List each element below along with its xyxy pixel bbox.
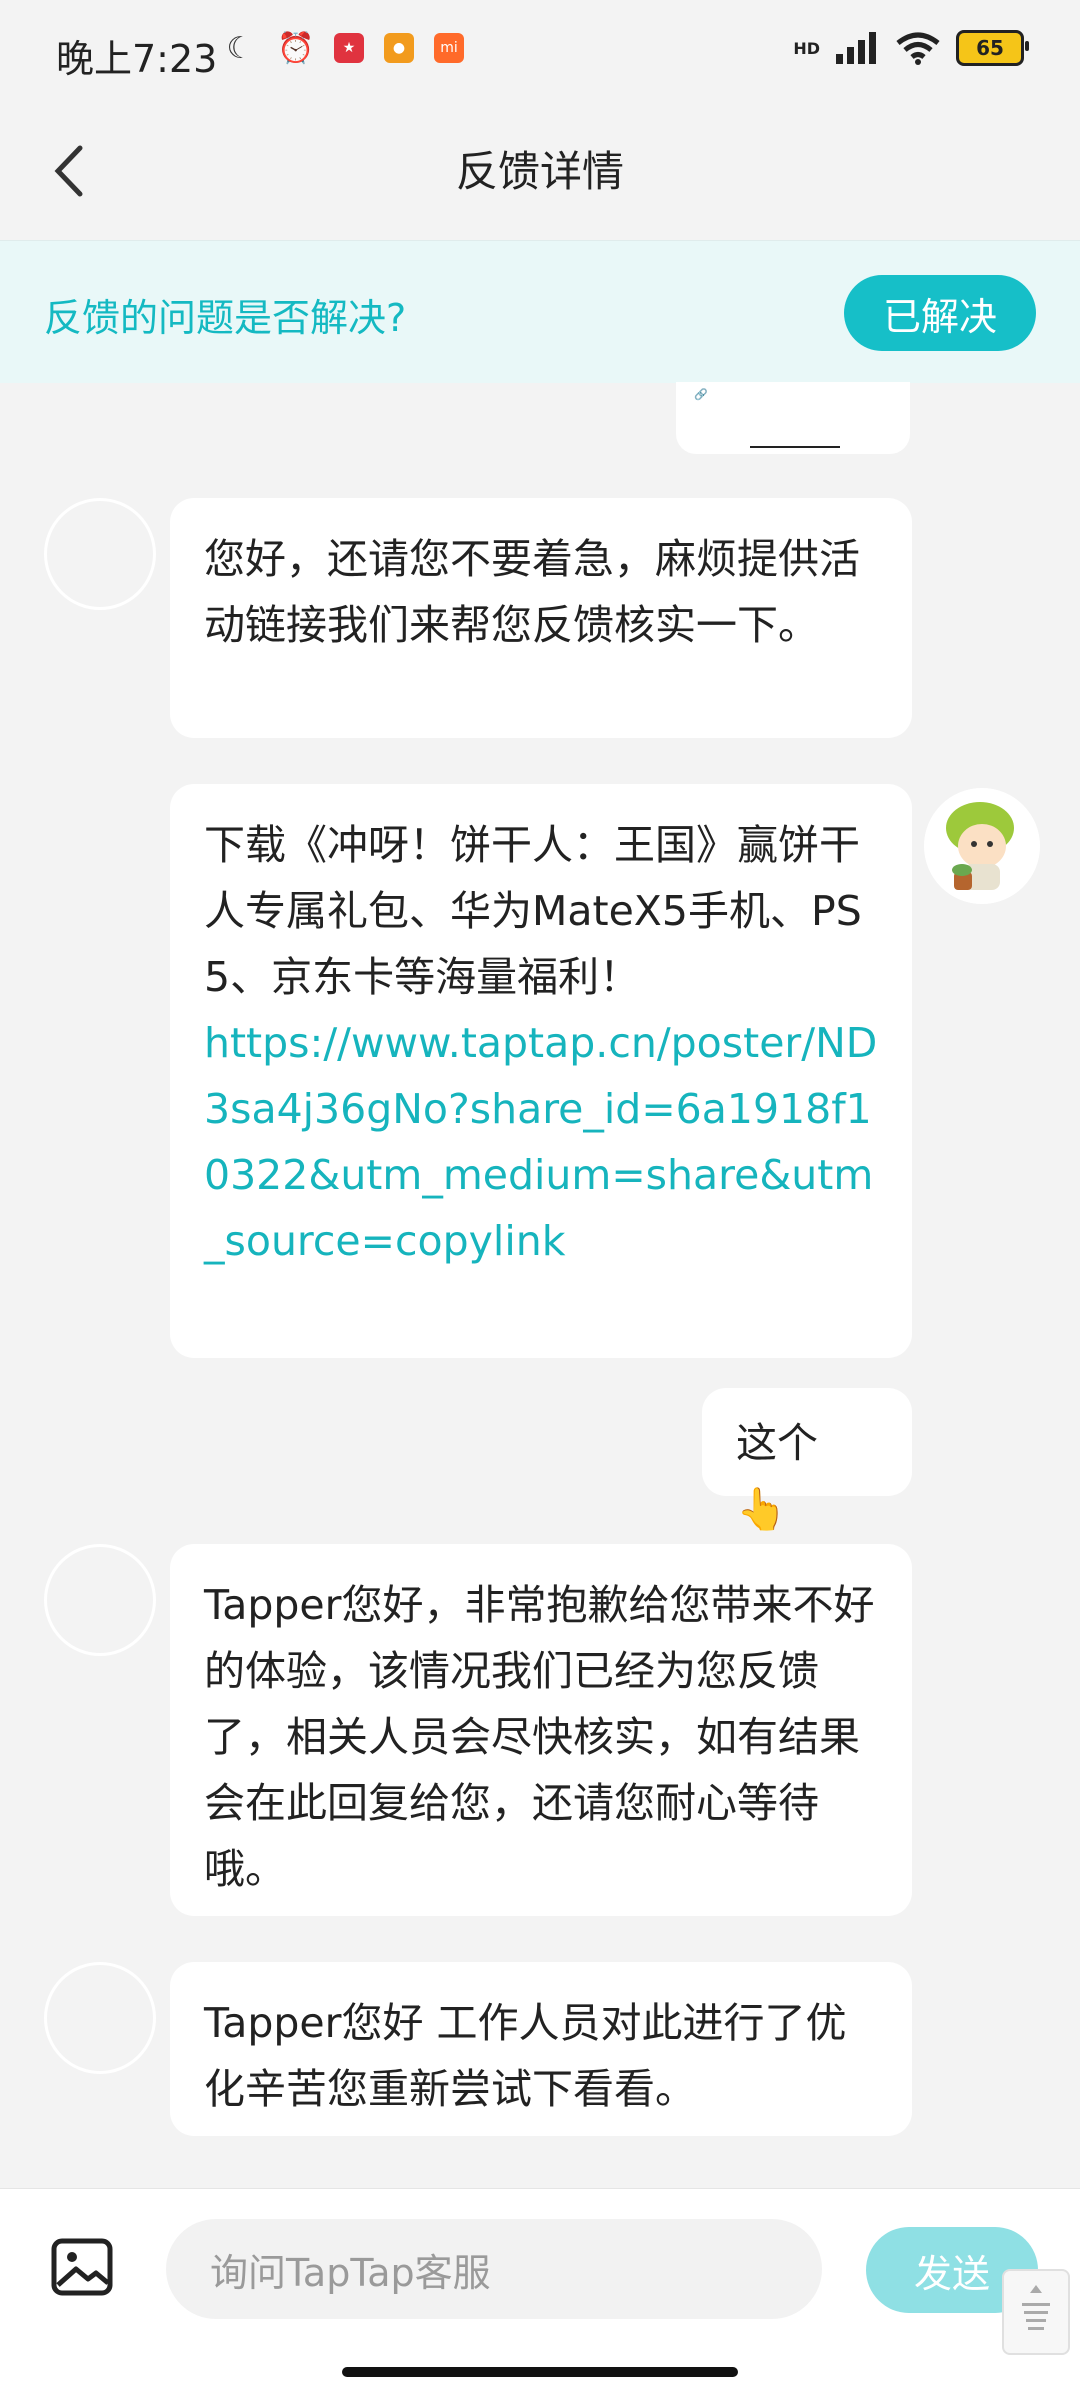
scroll-lines-icon: [1022, 2285, 1050, 2330]
status-icons-left: ☾ ⏰ ★ ● mi: [222, 30, 464, 66]
signal-icon: [836, 32, 876, 64]
support-avatar[interactable]: [44, 498, 156, 610]
message-bubble-support: Tapper您好，非常抱歉给您带来不好的体验，该情况我们已经为您反馈了，相关人员…: [170, 1544, 912, 1916]
chat-area[interactable]: 🔗 您好，还请您不要着急，麻烦提供活动链接我们来帮您反馈核实一下。 下载《冲呀！…: [0, 382, 1080, 2188]
page-title: 反馈详情: [455, 147, 624, 196]
user-avatar-illustration: [924, 788, 1040, 904]
pointing-up-emoji-icon: 👆: [736, 1485, 788, 1533]
header: 反馈详情: [0, 100, 1080, 240]
message-bubble-support: 您好，还请您不要着急，麻烦提供活动链接我们来帮您反馈核实一下。: [170, 498, 912, 738]
status-icons-right: HD 65: [793, 30, 1029, 66]
message-link[interactable]: https://www.taptap.cn/poster/ND3sa4j36gN…: [204, 1019, 877, 1265]
alarm-icon: ⏰: [277, 30, 315, 66]
message-bubble-user: 下载《冲呀！饼干人：王国》赢饼干人专属礼包、华为MateX5手机、PS5、京东卡…: [170, 784, 912, 1358]
home-indicator[interactable]: [342, 2367, 738, 2377]
message-bubble-user: 这个 👆: [702, 1388, 912, 1533]
image-message-thumbnail[interactable]: 🔗: [676, 382, 910, 454]
app-icon-red: ★: [334, 33, 364, 63]
hd-label: HD: [793, 38, 820, 58]
wifi-icon: [896, 32, 940, 65]
weibo-icon: ●: [384, 33, 414, 63]
message-text: 下载《冲呀！饼干人：王国》赢饼干人专属礼包、华为MateX5手机、PS5、京东卡…: [204, 821, 862, 1001]
support-avatar[interactable]: [44, 1544, 156, 1656]
resolution-question: 反馈的问题是否解决?: [44, 296, 407, 340]
support-avatar[interactable]: [44, 1962, 156, 2074]
message-input[interactable]: 询问TapTap客服: [166, 2219, 822, 2319]
message-text: Tapper您好 工作人员对此进行了优化辛苦您重新尝试下看看。: [204, 1999, 847, 2113]
message-text: Tapper您好，非常抱歉给您带来不好的体验，该情况我们已经为您反馈了，相关人员…: [204, 1581, 875, 1893]
thumbnail-divider: [750, 446, 840, 448]
resolution-banner: 反馈的问题是否解决? 已解决: [0, 240, 1080, 383]
status-time: 晚上7:23: [56, 37, 218, 81]
message-bubble-support: Tapper您好 工作人员对此进行了优化辛苦您重新尝试下看看。: [170, 1962, 912, 2136]
mi-icon: mi: [434, 33, 464, 63]
user-avatar[interactable]: [924, 788, 1040, 904]
link-icon: 🔗: [694, 388, 708, 401]
message-text: 这个: [736, 1419, 818, 1467]
status-bar: 晚上7:23 ☾ ⏰ ★ ● mi HD 65: [0, 0, 1080, 100]
message-text: 您好，还请您不要着急，麻烦提供活动链接我们来帮您反馈核实一下。: [204, 535, 860, 649]
scroll-handle[interactable]: [1002, 2269, 1070, 2355]
resolved-button[interactable]: 已解决: [844, 275, 1036, 351]
image-icon: [51, 2238, 113, 2296]
image-picker-button[interactable]: [50, 2237, 114, 2297]
battery-icon: 65: [956, 30, 1029, 66]
moon-icon: ☾: [226, 30, 254, 66]
input-bar: 询问TapTap客服 发送: [0, 2188, 1080, 2401]
